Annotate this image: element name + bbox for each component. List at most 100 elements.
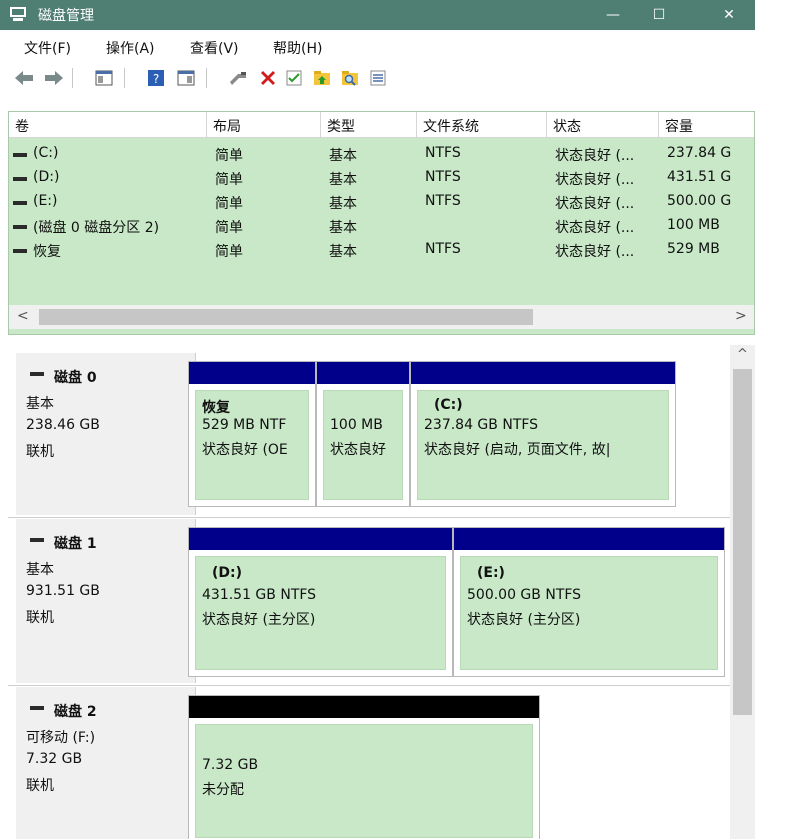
console-tree-button[interactable] — [94, 68, 114, 88]
volume-icon — [13, 225, 27, 229]
col-header-type[interactable]: 类型 — [321, 112, 417, 138]
col-header-layout[interactable]: 布局 — [207, 112, 321, 138]
volume-row-c[interactable]: (C:) 简单 基本 NTFS 状态良好 (... 237.84 G — [9, 142, 754, 166]
horizontal-scrollbar[interactable]: < > — [9, 305, 754, 329]
disk-label-2[interactable]: 磁盘 2 可移动 (F:) 7.32 GB 联机 — [16, 687, 196, 839]
minimize-button[interactable]: — — [590, 0, 636, 30]
show-pane-button[interactable] — [176, 68, 196, 88]
cell-volume: (C:) — [33, 145, 59, 161]
connect-icon — [230, 72, 246, 85]
col-header-volume[interactable]: 卷 — [9, 112, 207, 138]
disk-icon — [30, 372, 44, 376]
back-arrow-icon — [15, 71, 33, 85]
col-header-filesystem[interactable]: 文件系统 — [417, 112, 547, 138]
scroll-left-icon[interactable]: < — [17, 308, 29, 324]
disk-name: 磁盘 1 — [54, 536, 97, 552]
disk-icon — [30, 538, 44, 542]
properties-button[interactable] — [284, 68, 304, 88]
cell-filesystem: NTFS — [425, 241, 461, 257]
pane-icon — [177, 70, 195, 86]
connect-button[interactable] — [228, 68, 248, 88]
disk-size: 7.32 GB — [26, 751, 83, 767]
partition-bar — [317, 362, 409, 384]
partition-status: 未分配 — [202, 782, 244, 798]
partition-bar — [411, 362, 675, 384]
scrollbar-thumb[interactable] — [39, 309, 533, 325]
volume-row-partition2[interactable]: (磁盘 0 磁盘分区 2) 简单 基本 状态良好 (... 100 MB — [9, 214, 754, 238]
window-title: 磁盘管理 — [38, 8, 94, 24]
partition-d[interactable]: (D:) 431.51 GB NTFS 状态良好 (主分区) — [188, 527, 453, 677]
cell-layout: 简单 — [215, 148, 243, 164]
disk-size: 931.51 GB — [26, 583, 100, 599]
volume-icon — [13, 153, 27, 157]
cell-capacity: 431.51 G — [667, 169, 732, 185]
maximize-icon: ☐ — [652, 7, 666, 23]
title-bar[interactable]: 磁盘管理 — ☐ ✕ — [0, 0, 755, 30]
export-button[interactable] — [312, 68, 332, 88]
partition-e[interactable]: (E:) 500.00 GB NTFS 状态良好 (主分区) — [453, 527, 725, 677]
delete-button[interactable] — [258, 68, 278, 88]
vertical-scrollbar[interactable]: ^ — [730, 345, 755, 839]
col-header-capacity[interactable]: 容量 — [659, 112, 754, 138]
list-view-button[interactable] — [368, 68, 388, 88]
help-button[interactable]: ? — [146, 68, 166, 88]
pane-splitter[interactable] — [8, 335, 755, 345]
partition-bar — [454, 528, 724, 550]
scrollbar-thumb[interactable] — [733, 369, 752, 715]
cell-volume: (磁盘 0 磁盘分区 2) — [33, 220, 160, 236]
partition-unallocated[interactable]: 7.32 GB 未分配 — [188, 695, 540, 839]
volume-row-recovery[interactable]: 恢复 简单 基本 NTFS 状态良好 (... 529 MB — [9, 238, 754, 262]
cell-volume: 恢复 — [33, 244, 61, 260]
search-folder-button[interactable] — [340, 68, 360, 88]
cell-status: 状态良好 (... — [555, 220, 635, 236]
disk-name: 磁盘 0 — [54, 370, 97, 386]
partition-title: (E:) — [477, 565, 505, 581]
cell-layout: 简单 — [215, 220, 243, 236]
col-header-status[interactable]: 状态 — [547, 112, 659, 138]
partition-body: (D:) 431.51 GB NTFS 状态良好 (主分区) — [195, 556, 446, 670]
partition-recovery[interactable]: 恢复 529 MB NTF 状态良好 (OE — [188, 361, 316, 507]
cell-status: 状态良好 (... — [555, 172, 635, 188]
partition-size: 431.51 GB NTFS — [202, 587, 317, 603]
cell-capacity: 500.00 G — [667, 193, 732, 209]
menu-action[interactable]: 操作(A) — [106, 38, 155, 58]
disk-management-app-icon — [10, 7, 26, 21]
partition-body: 恢复 529 MB NTF 状态良好 (OE — [195, 390, 309, 500]
scroll-up-icon[interactable]: ^ — [737, 347, 748, 362]
back-button[interactable] — [14, 68, 34, 88]
partition-system-reserved[interactable]: 100 MB 状态良好 — [316, 361, 410, 507]
partition-body: 100 MB 状态良好 — [323, 390, 403, 500]
partition-bar — [189, 362, 315, 384]
partition-size: 529 MB NTF — [202, 417, 287, 433]
cell-layout: 简单 — [215, 244, 243, 260]
partition-bar — [189, 696, 539, 718]
toolbar: ? — [0, 62, 755, 94]
delete-x-icon — [261, 71, 275, 85]
partition-c[interactable]: (C:) 237.84 GB NTFS 状态良好 (启动, 页面文件, 故| — [410, 361, 676, 507]
disk-label-0[interactable]: 磁盘 0 基本 238.46 GB 联机 — [16, 353, 196, 515]
partition-title: (C:) — [434, 397, 463, 413]
menu-file[interactable]: 文件(F) — [24, 38, 71, 58]
cell-capacity: 237.84 G — [667, 145, 732, 161]
volume-row-e[interactable]: (E:) 简单 基本 NTFS 状态良好 (... 500.00 G — [9, 190, 754, 214]
partition-size: 7.32 GB — [202, 757, 259, 773]
menu-view[interactable]: 查看(V) — [190, 38, 239, 58]
disk-label-1[interactable]: 磁盘 1 基本 931.51 GB 联机 — [16, 519, 196, 683]
partition-body: (E:) 500.00 GB NTFS 状态良好 (主分区) — [460, 556, 718, 670]
console-tree-icon — [95, 70, 113, 86]
menu-bar: 文件(F) 操作(A) 查看(V) 帮助(H) — [0, 30, 755, 62]
forward-button[interactable] — [44, 68, 64, 88]
scroll-right-icon[interactable]: > — [735, 308, 747, 324]
cell-type: 基本 — [329, 244, 357, 260]
volume-row-d[interactable]: (D:) 简单 基本 NTFS 状态良好 (... 431.51 G — [9, 166, 754, 190]
close-button[interactable]: ✕ — [706, 0, 752, 30]
cell-type: 基本 — [329, 148, 357, 164]
svg-text:?: ? — [153, 72, 159, 86]
cell-filesystem: NTFS — [425, 145, 461, 161]
minimize-icon: — — [606, 7, 620, 23]
menu-help[interactable]: 帮助(H) — [273, 38, 322, 58]
cell-status: 状态良好 (... — [555, 148, 635, 164]
partition-body: 7.32 GB 未分配 — [195, 724, 533, 838]
cell-status: 状态良好 (... — [555, 196, 635, 212]
maximize-button[interactable]: ☐ — [636, 0, 682, 30]
